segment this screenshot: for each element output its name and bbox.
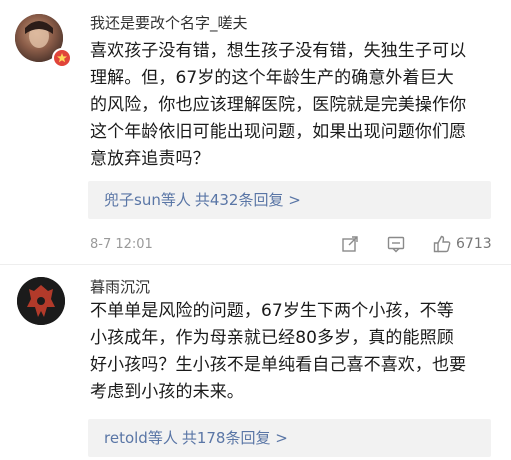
comment-item: 暮雨沉沉 不单单是风险的问题，67岁生下两个小孩，不等 小孩成年，作为母亲就已经…: [0, 265, 511, 460]
comment-username[interactable]: 我还是要改个名字_嗟夫: [90, 13, 248, 33]
replies-preview-button[interactable]: 兜子sun等人 共432条回复 >: [88, 181, 491, 219]
comment-timestamp: 8-7 12:01: [90, 237, 153, 252]
comment-item: 我还是要改个名字_嗟夫 喜欢孩子没有错，想生孩子没有错，失独生子可以 理解。但，…: [0, 0, 511, 265]
comment-text-line: 考虑到小孩的未来。: [90, 382, 244, 402]
reply-users: 兜子sun等人: [104, 191, 191, 209]
replies-preview-button[interactable]: retold等人 共178条回复 >: [88, 419, 491, 457]
comment-text-line: 好小孩吗？生小孩不是单纯看自己喜不喜欢，也要: [90, 355, 467, 375]
comment-text: 不单单是风险的问题，67岁生下两个小孩，不等 小孩成年，作为母亲就已经80多岁，…: [90, 298, 466, 406]
avatar[interactable]: [17, 277, 65, 325]
like-count: 6713: [456, 236, 492, 252]
avatar-image: [17, 277, 65, 325]
comment-text-line: 理解。但，67岁的这个年龄生产的确意外着巨大: [90, 68, 454, 88]
like-icon[interactable]: [432, 234, 452, 254]
comment-text: 喜欢孩子没有错，想生孩子没有错，失独生子可以 理解。但，67岁的这个年龄生产的确…: [90, 38, 466, 173]
share-icon[interactable]: [340, 234, 360, 254]
reply-users: retold等人: [104, 429, 178, 447]
comment-text-line: 喜欢孩子没有错，想生孩子没有错，失独生子可以: [90, 41, 467, 61]
comment-text-line: 的风险，你也应该理解医院，医院就是完美操作你: [90, 95, 467, 115]
comment-username[interactable]: 暮雨沉沉: [90, 277, 150, 297]
comment-text-line: 这个年龄依旧可能出现问题，如果出现问题你们愿: [90, 122, 467, 142]
comment-text-line: 小孩成年，作为母亲就已经80多岁，真的能照顾: [90, 328, 454, 348]
reply-count-link: 共178条回复 >: [181, 429, 288, 447]
comment-thread: 我还是要改个名字_嗟夫 喜欢孩子没有错，想生孩子没有错，失独生子可以 理解。但，…: [0, 0, 511, 460]
comment-text-line: 不单单是风险的问题，67岁生下两个小孩，不等: [90, 301, 454, 321]
reply-count-link: 共432条回复 >: [194, 191, 301, 209]
comment-text-line: 意放弃追责吗？: [90, 149, 210, 169]
comment-footer: 8-7 12:01 6713: [0, 234, 511, 256]
verified-badge-icon: [52, 48, 72, 68]
comment-icon[interactable]: [386, 234, 406, 254]
